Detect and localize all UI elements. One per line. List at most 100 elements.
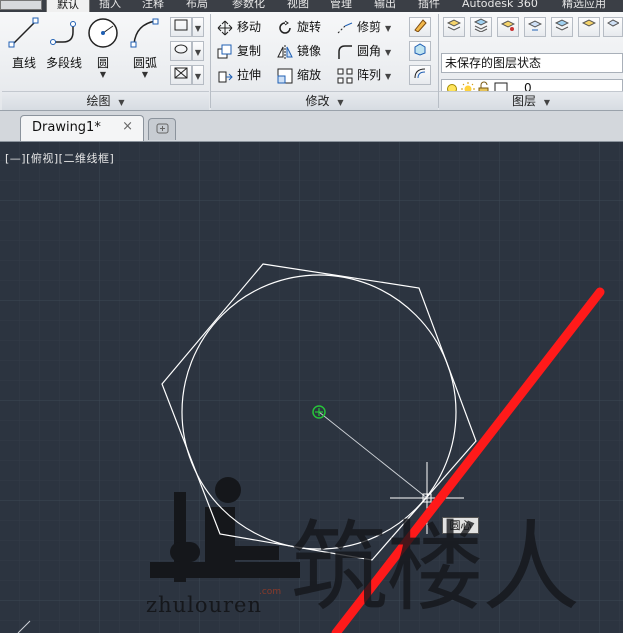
rectangle-button[interactable] bbox=[170, 17, 192, 37]
circle-icon bbox=[88, 18, 118, 48]
tab-output[interactable]: 输出 bbox=[374, 0, 396, 12]
explode-button[interactable] bbox=[409, 41, 431, 61]
cube-icon bbox=[414, 43, 426, 56]
layer-state-button[interactable] bbox=[470, 17, 492, 37]
layer-state-select[interactable]: 未保存的图层状态 bbox=[441, 53, 623, 73]
mirror-button[interactable]: 镜像 bbox=[277, 41, 321, 61]
array-dropdown-icon[interactable]: ▼ bbox=[385, 72, 391, 81]
layer-state-value: 未保存的图层状态 bbox=[445, 56, 542, 70]
ribbon-tab-bar: 默认 插入 注释 布局 参数化 视图 管理 输出 插件 Autodesk 360… bbox=[0, 0, 623, 12]
ellipse-dropdown-icon[interactable]: ▼ bbox=[192, 41, 204, 61]
rotate-icon bbox=[279, 20, 291, 34]
array-button[interactable]: 阵列 ▼ bbox=[337, 65, 391, 85]
tab-default[interactable]: 默认 bbox=[46, 0, 90, 12]
mirror-icon bbox=[277, 44, 293, 59]
ellipse-icon bbox=[174, 44, 188, 54]
arc-label: 圆弧 bbox=[132, 56, 157, 70]
line-label: 直线 bbox=[11, 56, 36, 70]
tab-manage[interactable]: 管理 bbox=[330, 0, 352, 12]
hatch-dropdown-icon[interactable]: ▼ bbox=[192, 65, 204, 85]
rectangle-dropdown-icon[interactable]: ▼ bbox=[192, 17, 204, 37]
layer-match-button[interactable] bbox=[497, 17, 519, 37]
polyline-label: 多段线 bbox=[45, 56, 82, 70]
tab-autodesk360[interactable]: Autodesk 360 bbox=[462, 0, 538, 12]
layer-unisolate-button[interactable] bbox=[578, 17, 600, 37]
watermark-domain: .com bbox=[259, 587, 282, 597]
layer-previous-button[interactable] bbox=[524, 17, 546, 37]
circle-dropdown-icon[interactable]: ▼ bbox=[81, 70, 125, 79]
modify-panel-title[interactable]: 修改 ▼ bbox=[211, 91, 438, 110]
layer-freeze-icon bbox=[607, 19, 621, 27]
rotate-button[interactable]: 旋转 bbox=[277, 17, 321, 37]
layer-isolate-button[interactable] bbox=[551, 17, 573, 37]
layer-brush-icon bbox=[500, 20, 516, 31]
tab-annotate[interactable]: 注释 bbox=[142, 0, 164, 12]
tab-parametric[interactable]: 参数化 bbox=[232, 0, 265, 12]
move-button[interactable]: 移动 bbox=[217, 17, 261, 37]
copy-button[interactable]: 复制 bbox=[217, 41, 261, 61]
fillet-icon bbox=[338, 44, 352, 59]
arc-icon bbox=[130, 18, 159, 48]
layer-stack-icon bbox=[473, 18, 489, 33]
array-label: 阵列 bbox=[357, 68, 382, 82]
trim-dropdown-icon[interactable]: ▼ bbox=[385, 24, 391, 33]
document-tab-label: Drawing1* bbox=[32, 120, 101, 135]
trim-label: 修剪 bbox=[357, 20, 382, 34]
fillet-dropdown-icon[interactable]: ▼ bbox=[385, 48, 391, 57]
line-button[interactable]: 直线 bbox=[2, 16, 46, 71]
layer-arrow-icon bbox=[527, 20, 543, 31]
copy-label: 复制 bbox=[237, 44, 262, 58]
stretch-label: 拉伸 bbox=[237, 68, 262, 82]
move-icon bbox=[217, 20, 233, 35]
tab-view[interactable]: 视图 bbox=[287, 0, 309, 12]
close-icon[interactable]: × bbox=[122, 119, 133, 134]
arc-button[interactable]: 圆弧 ▼ bbox=[123, 16, 167, 79]
layer-properties-button[interactable] bbox=[443, 17, 465, 37]
viewport-controls-label[interactable]: [—][俯视][二维线框] bbox=[5, 150, 114, 166]
tab-featured-apps[interactable]: 精选应用 bbox=[562, 0, 606, 12]
fillet-label: 圆角 bbox=[357, 44, 382, 58]
ribbon: 直线 多段线 圆 ▼ 圆弧 ▼ ▼ ▼ ▼ 绘图 ▼ 移动 旋转 修剪 ▼ 复制 … bbox=[0, 12, 623, 111]
draw-panel-title[interactable]: 绘图 ▼ bbox=[2, 91, 209, 110]
region-button[interactable] bbox=[170, 65, 192, 85]
fillet-button[interactable]: 圆角 ▼ bbox=[337, 41, 391, 61]
layers-icon bbox=[446, 19, 462, 31]
layers-panel-title[interactable]: 图层 ▼ bbox=[439, 91, 623, 110]
move-label: 移动 bbox=[237, 20, 262, 34]
rectangle-icon bbox=[174, 19, 188, 31]
scale-icon bbox=[277, 68, 293, 83]
rotate-label: 旋转 bbox=[297, 20, 322, 34]
document-tab-drawing1[interactable]: Drawing1* × bbox=[20, 115, 144, 141]
plus-icon bbox=[156, 123, 169, 134]
array-icon bbox=[337, 68, 353, 83]
new-tab-button[interactable] bbox=[148, 118, 176, 140]
scale-label: 缩放 bbox=[297, 68, 322, 82]
tab-insert[interactable]: 插入 bbox=[99, 0, 121, 12]
offset-button[interactable] bbox=[409, 65, 431, 85]
tab-layout[interactable]: 布局 bbox=[186, 0, 208, 12]
watermark-text-cn: 筑楼人 bbox=[290, 511, 580, 625]
pencil-icon bbox=[414, 19, 427, 33]
tab-plugins[interactable]: 插件 bbox=[418, 0, 440, 12]
trim-icon bbox=[337, 22, 353, 33]
layer-freeze-button[interactable] bbox=[603, 17, 623, 37]
quick-access-toolbar[interactable] bbox=[0, 0, 42, 10]
stretch-icon bbox=[218, 71, 233, 82]
circle-label: 圆 bbox=[96, 56, 109, 70]
polyline-button[interactable]: 多段线 bbox=[42, 16, 86, 71]
watermark-text-en: zhulouren bbox=[146, 593, 262, 617]
circle-button[interactable]: 圆 ▼ bbox=[81, 16, 125, 79]
erase-button[interactable] bbox=[409, 17, 431, 37]
scale-button[interactable]: 缩放 bbox=[277, 65, 321, 85]
layer-isolate-icon bbox=[554, 19, 570, 31]
hatch-button[interactable] bbox=[170, 41, 192, 61]
stretch-button[interactable]: 拉伸 bbox=[217, 65, 261, 85]
trim-button[interactable]: 修剪 ▼ bbox=[337, 17, 391, 37]
polyline-icon bbox=[50, 21, 76, 45]
arc-dropdown-icon[interactable]: ▼ bbox=[123, 70, 167, 79]
document-tab-bar: Drawing1* × bbox=[0, 111, 623, 142]
hatch-icon bbox=[174, 67, 188, 79]
copy-icon bbox=[217, 44, 232, 58]
layer-off-icon bbox=[581, 19, 597, 27]
line-icon bbox=[8, 17, 39, 48]
